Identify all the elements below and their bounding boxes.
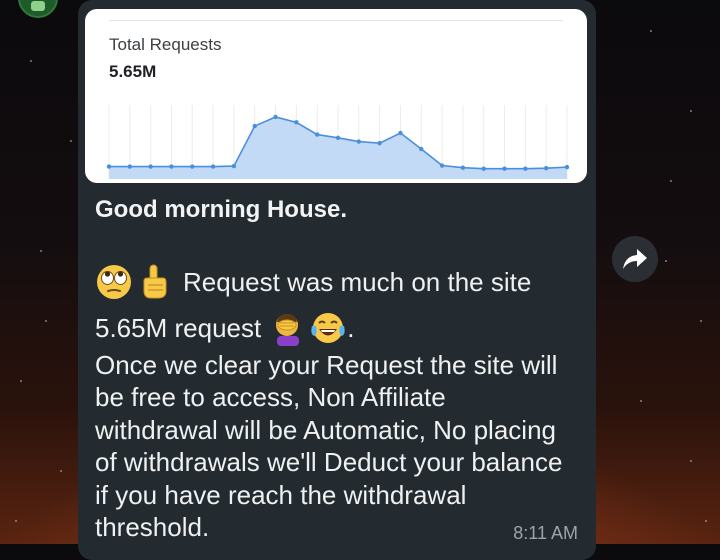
star [700, 320, 702, 322]
chart-point [106, 164, 112, 169]
chart-point [481, 166, 486, 171]
forward-arrow-icon [623, 249, 647, 269]
star [40, 250, 42, 252]
message-line-2-text: 5.65M request [95, 312, 262, 343]
star [650, 30, 652, 32]
chart-point [523, 166, 528, 171]
chart-point [564, 164, 570, 170]
chart-point [190, 164, 195, 169]
message-timestamp: 8:11 AM [513, 523, 578, 543]
message-line-1-text: Request was much on the site [183, 266, 532, 297]
chart-point [419, 146, 424, 152]
requests-area-chart [106, 105, 570, 179]
chart-point [210, 164, 216, 169]
facepalm-icon [276, 314, 300, 346]
message-paragraph: Once we clear your Request the site will… [95, 350, 563, 543]
star [640, 400, 642, 402]
chart-point [439, 163, 445, 168]
star [15, 520, 17, 522]
chart-point [148, 164, 153, 169]
chart-point [252, 123, 257, 129]
star [690, 460, 692, 462]
star [70, 140, 72, 142]
chart-point [356, 139, 362, 144]
chart-point [502, 166, 507, 171]
chart-point [314, 132, 320, 137]
chart-point [335, 135, 341, 140]
message-heading: Good morning House. [95, 196, 347, 223]
chart-point [169, 164, 174, 169]
star [20, 380, 22, 382]
message-bubble[interactable]: Total Requests 5.65M Good morning House.… [78, 0, 596, 560]
message-line-2-suffix: . [347, 312, 355, 343]
avatar-logo-icon [31, 1, 45, 11]
index-pointing-up-icon [143, 264, 167, 299]
chart-point [127, 164, 133, 169]
chart-point [460, 165, 466, 170]
chart-point [543, 166, 549, 171]
star [705, 520, 707, 522]
message-line-1: Request was much on the site [95, 262, 531, 302]
star [690, 110, 692, 112]
link-preview-card[interactable]: Total Requests 5.65M [85, 9, 587, 183]
star [665, 260, 667, 262]
star [30, 60, 32, 62]
forward-button[interactable] [612, 236, 658, 282]
star [670, 180, 672, 182]
face-with-rolling-eyes-icon [97, 265, 131, 299]
chart-point [231, 163, 237, 169]
message-line-2: 5.65M request . [95, 310, 354, 346]
star [60, 470, 62, 472]
chart-point [273, 114, 278, 120]
star [45, 320, 47, 322]
tears-of-joy-icon [311, 313, 345, 343]
chart-point [294, 120, 299, 125]
chart-point [398, 130, 403, 136]
chart-point [377, 140, 382, 146]
